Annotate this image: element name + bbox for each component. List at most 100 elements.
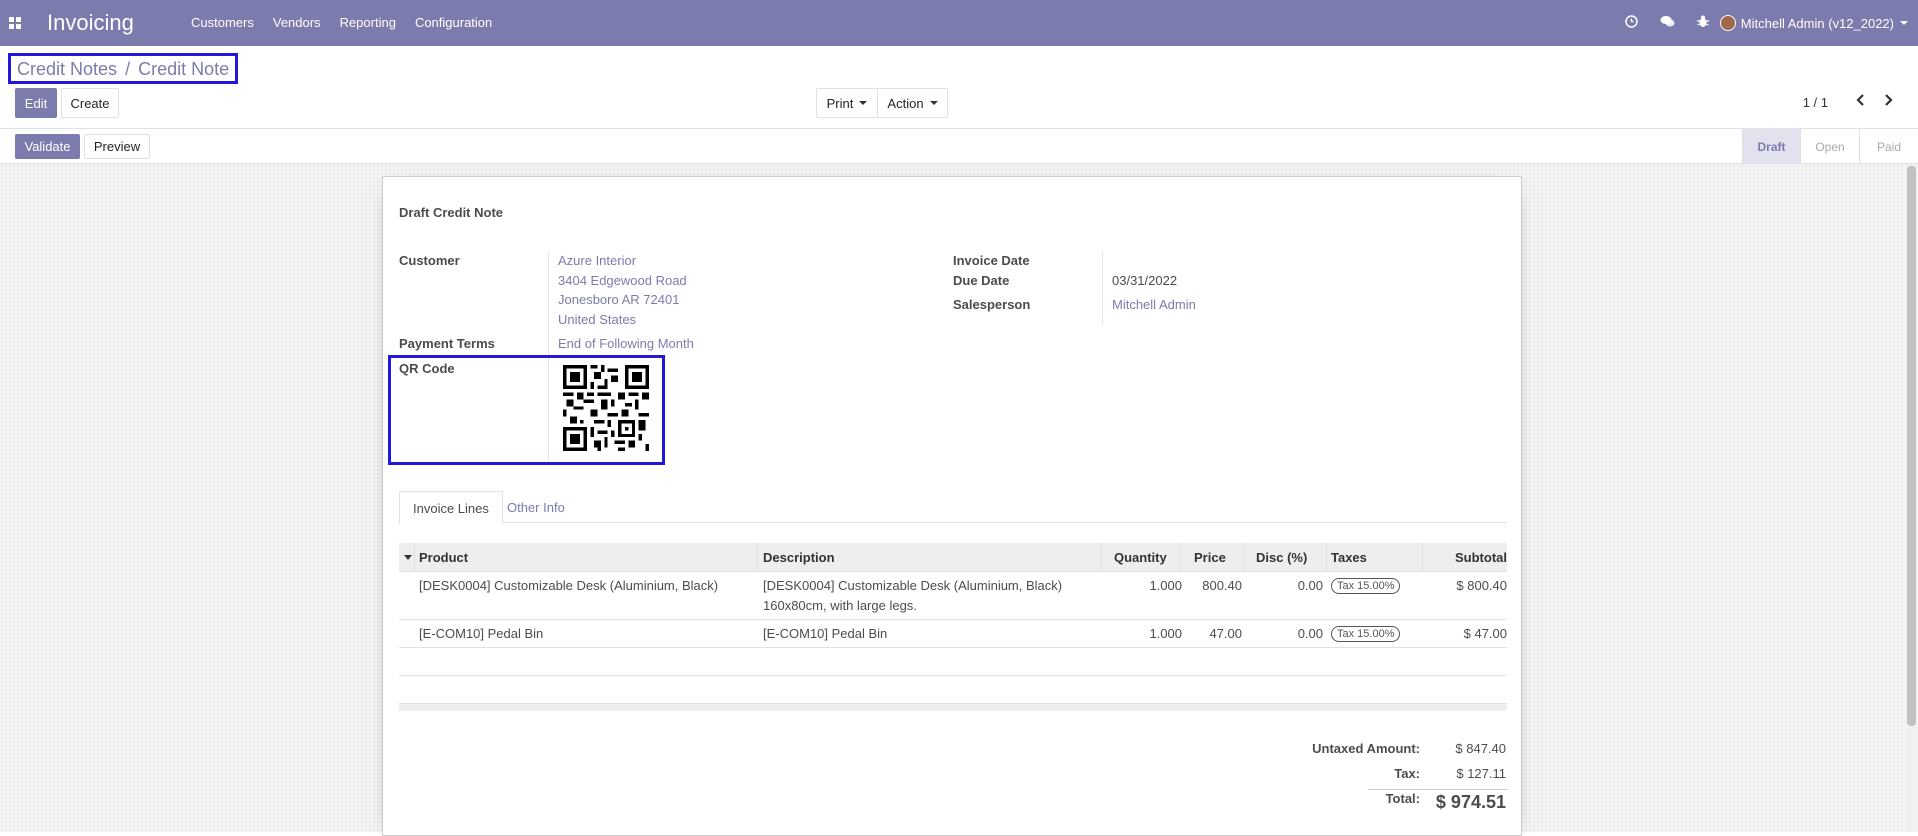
- row-description: [E-COM10] Pedal Bin: [763, 626, 888, 641]
- menu-item-configuration[interactable]: Configuration: [415, 15, 492, 30]
- print-label: Print: [826, 95, 854, 111]
- column-header-taxes[interactable]: Taxes: [1331, 550, 1367, 565]
- row-subtotal: $ 800.40: [1456, 578, 1507, 593]
- breadcrumb: Credit Notes / Credit Note: [8, 53, 239, 84]
- tax-label: Tax:: [1394, 766, 1420, 781]
- column-separator: [1101, 543, 1102, 572]
- caret-down-icon[interactable]: [404, 555, 412, 560]
- apps-menu-icon[interactable]: [9, 17, 23, 29]
- chevron-down-icon: [859, 101, 868, 105]
- table-footer: [399, 703, 1507, 711]
- qr-code-label: QR Code: [399, 361, 455, 376]
- form-title: Draft Credit Note: [399, 205, 504, 220]
- total-value: $ 974.51: [1435, 792, 1506, 812]
- row-product: [E-COM10] Pedal Bin: [419, 626, 544, 641]
- top-navbar: Invoicing Customers Vendors Reporting Co…: [0, 0, 1918, 46]
- invoice-date-label: Invoice Date: [953, 253, 1030, 268]
- row-discount: 0.00: [1297, 626, 1323, 641]
- untaxed-amount-label: Untaxed Amount:: [1312, 741, 1420, 756]
- column-header-description[interactable]: Description: [763, 550, 835, 565]
- column-separator: [1179, 543, 1180, 572]
- column-header-price[interactable]: Price: [1194, 550, 1226, 565]
- status-step-paid[interactable]: Paid: [1859, 129, 1918, 164]
- validate-button[interactable]: Validate: [15, 134, 80, 159]
- row-description: 160x80cm, with large legs.: [763, 598, 917, 613]
- customer-address-line[interactable]: United States: [558, 312, 636, 327]
- column-header-subtotal[interactable]: Subtotal: [1455, 550, 1507, 565]
- tax-badge: Tax 15.00%: [1331, 626, 1401, 642]
- status-step-draft: Draft: [1742, 129, 1800, 164]
- table-row[interactable]: [DESK0004] Customizable Desk (Aluminium,…: [399, 572, 1507, 620]
- due-date-label: Due Date: [953, 273, 1010, 288]
- row-price: 800.40: [1202, 578, 1242, 593]
- app-name[interactable]: Invoicing: [47, 10, 134, 36]
- row-price: 47.00: [1209, 626, 1242, 641]
- action-label: Action: [887, 95, 924, 111]
- customer-address-line[interactable]: 3404 Edgewood Road: [558, 273, 687, 288]
- qr-code-image: [563, 365, 649, 451]
- salesperson-link[interactable]: Mitchell Admin: [1112, 297, 1196, 312]
- tab-other-info[interactable]: Other Info: [494, 491, 578, 524]
- row-subtotal: $ 47.00: [1463, 626, 1507, 641]
- field-separator: [1102, 251, 1103, 325]
- action-dropdown[interactable]: Action: [877, 88, 948, 118]
- systray: Mitchell Admin (v12_2022): [1614, 0, 1908, 46]
- menu-item-reporting[interactable]: Reporting: [340, 15, 396, 30]
- menu-item-vendors[interactable]: Vendors: [273, 15, 321, 30]
- pager-next-icon[interactable]: [1884, 93, 1894, 112]
- total-label: Total:: [1385, 791, 1420, 806]
- customer-label: Customer: [399, 253, 460, 268]
- row-discount: 0.00: [1297, 578, 1323, 593]
- table-row[interactable]: [E-COM10] Pedal Bin [E-COM10] Pedal Bin …: [399, 620, 1507, 648]
- create-button[interactable]: Create: [61, 88, 119, 118]
- column-separator: [1422, 543, 1423, 572]
- customer-address-line[interactable]: Jonesboro AR 72401: [558, 292, 679, 307]
- status-step-open[interactable]: Open: [1800, 129, 1859, 164]
- preview-button[interactable]: Preview: [84, 134, 150, 159]
- row-product: [DESK0004] Customizable Desk (Aluminium,…: [419, 578, 719, 593]
- user-menu[interactable]: Mitchell Admin (v12_2022): [1741, 16, 1894, 31]
- tab-invoice-lines[interactable]: Invoice Lines: [399, 491, 503, 524]
- pager-value[interactable]: 1 / 1: [1803, 95, 1828, 110]
- customer-link[interactable]: Azure Interior: [558, 253, 636, 268]
- row-description: [DESK0004] Customizable Desk (Aluminium,…: [763, 578, 1063, 593]
- scrollbar-thumb[interactable]: [1907, 166, 1916, 726]
- main-menu: Customers Vendors Reporting Configuratio…: [191, 15, 511, 30]
- chevron-down-icon: [929, 101, 938, 105]
- tax-badge: Tax 15.00%: [1331, 578, 1401, 594]
- bug-icon[interactable]: [1696, 15, 1709, 31]
- totals-divider: [1368, 789, 1508, 790]
- column-header-product[interactable]: Product: [419, 550, 468, 565]
- breadcrumb-separator: /: [125, 59, 131, 79]
- menu-item-customers[interactable]: Customers: [191, 15, 254, 30]
- status-steps: Draft Open Paid: [1742, 129, 1918, 164]
- edit-button[interactable]: Edit: [15, 88, 57, 118]
- breadcrumb-current: Credit Note: [138, 59, 230, 79]
- payment-terms-link[interactable]: End of Following Month: [558, 336, 694, 351]
- column-header-quantity[interactable]: Quantity: [1114, 550, 1167, 565]
- scrollbar[interactable]: [1905, 164, 1918, 832]
- form-statusbar: Validate Preview Draft Open Paid: [0, 129, 1918, 164]
- column-header-discount[interactable]: Disc (%): [1256, 550, 1307, 565]
- invoice-lines-table: Product Description Quantity Price Disc …: [399, 543, 1507, 676]
- pager-previous-icon[interactable]: [1855, 93, 1865, 112]
- column-separator: [414, 543, 415, 572]
- user-avatar[interactable]: [1719, 15, 1736, 31]
- chevron-down-icon: [1900, 21, 1908, 25]
- due-date-value: 03/31/2022: [1112, 273, 1178, 288]
- payment-terms-label: Payment Terms: [399, 336, 495, 351]
- clock-icon[interactable]: [1625, 15, 1638, 31]
- column-separator: [757, 543, 758, 572]
- row-quantity: 1.000: [1149, 578, 1182, 593]
- column-separator: [1326, 543, 1327, 572]
- form-sheet: Draft Credit Note Customer Azure Interio…: [382, 176, 1522, 836]
- breadcrumb-parent[interactable]: Credit Notes: [17, 59, 117, 79]
- untaxed-amount-value: $ 847.40: [1455, 741, 1506, 756]
- notebook-tabs: Invoice Lines Other Info: [399, 491, 1507, 524]
- tax-value: $ 127.11: [1456, 766, 1506, 781]
- chat-icon[interactable]: [1660, 15, 1675, 31]
- salesperson-label: Salesperson: [953, 297, 1031, 312]
- print-dropdown[interactable]: Print: [816, 88, 878, 118]
- row-quantity: 1.000: [1149, 626, 1182, 641]
- table-row-empty: [399, 648, 1507, 676]
